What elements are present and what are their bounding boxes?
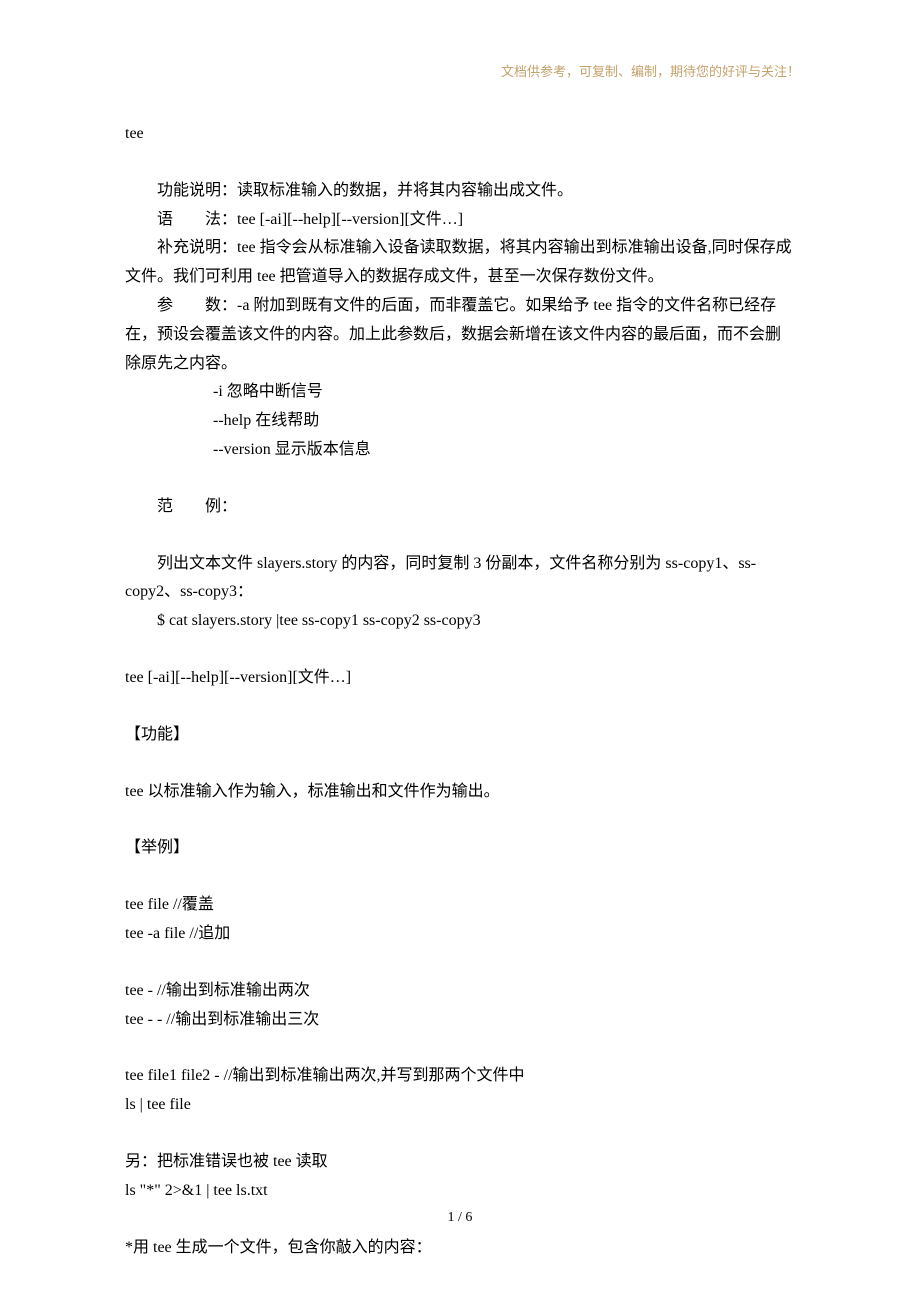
text-line: tee 以标准输入作为输入，标准输出和文件作为输出。: [125, 778, 795, 807]
text-line: 【功能】: [125, 721, 795, 750]
text-line: 参 数：-a 附加到既有文件的后面，而非覆盖它。如果给予 tee 指令的文件名称…: [125, 292, 795, 378]
text-line: tee: [125, 120, 795, 149]
text-line: 另：把标准错误也被 tee 读取: [125, 1148, 795, 1177]
text-line: ls "*" 2>&1 | tee ls.txt: [125, 1177, 795, 1206]
text-line: tee - //输出到标准输出两次: [125, 977, 795, 1006]
blank-line: [125, 1120, 795, 1148]
text-line: 列出文本文件 slayers.story 的内容，同时复制 3 份副本，文件名称…: [125, 550, 795, 608]
text-line: tee file //覆盖: [125, 891, 795, 920]
text-line: tee - - //输出到标准输出三次: [125, 1006, 795, 1035]
blank-line: [125, 693, 795, 721]
blank-line: [125, 863, 795, 891]
text-line: tee [-ai][--help][--version][文件…]: [125, 664, 795, 693]
text-line: tee -a file //追加: [125, 920, 795, 949]
blank-line: [125, 1034, 795, 1062]
text-line: *用 tee 生成一个文件，包含你敲入的内容：: [125, 1234, 795, 1263]
text-line: --help 在线帮助: [125, 407, 795, 436]
text-line: ls | tee file: [125, 1091, 795, 1120]
text-line: 语 法：tee [-ai][--help][--version][文件…]: [125, 206, 795, 235]
blank-line: [125, 949, 795, 977]
text-line: 范 例：: [125, 493, 795, 522]
text-line: 【举例】: [125, 834, 795, 863]
blank-line: [125, 522, 795, 550]
page-number: 1 / 6: [0, 1205, 920, 1230]
blank-line: [125, 750, 795, 778]
blank-line: [125, 465, 795, 493]
text-line: $ cat slayers.story |tee ss-copy1 ss-cop…: [125, 607, 795, 636]
text-line: 功能说明：读取标准输入的数据，并将其内容输出成文件。: [125, 177, 795, 206]
text-line: tee file1 file2 - //输出到标准输出两次,并写到那两个文件中: [125, 1062, 795, 1091]
document-body: tee 功能说明：读取标准输入的数据，并将其内容输出成文件。 语 法：tee […: [0, 0, 920, 1262]
document-header-note: 文档供参考，可复制、编制，期待您的好评与关注！: [501, 60, 800, 83]
text-line: 补充说明：tee 指令会从标准输入设备读取数据，将其内容输出到标准输出设备,同时…: [125, 234, 795, 292]
blank-line: [125, 806, 795, 834]
text-line: --version 显示版本信息: [125, 436, 795, 465]
text-line: -i 忽略中断信号: [125, 378, 795, 407]
blank-line: [125, 636, 795, 664]
blank-line: [125, 149, 795, 177]
